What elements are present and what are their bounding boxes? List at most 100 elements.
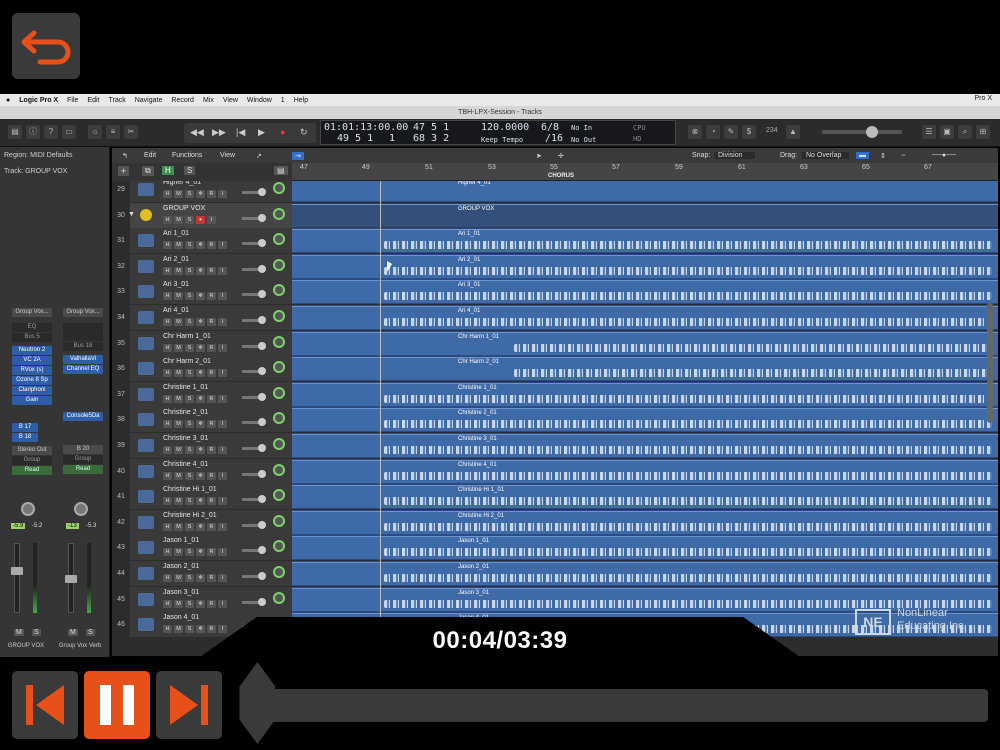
track-btn-i[interactable]: I: [218, 241, 227, 250]
audio-region[interactable]: Jason 2_01: [292, 562, 998, 585]
track-btn-s[interactable]: S: [185, 215, 194, 224]
next-button[interactable]: [156, 671, 222, 739]
inspector-icon[interactable]: ⓘ: [26, 125, 40, 139]
vertical-scrollbar[interactable]: [987, 303, 993, 423]
track-btn-s[interactable]: S: [185, 343, 194, 352]
track-header[interactable]: 34 Ari 4_01 H M S ❄ R I: [112, 305, 292, 330]
track-name[interactable]: Jason 3_01: [163, 589, 199, 596]
track-inspector-header[interactable]: Track: GROUP VOX: [4, 168, 67, 175]
track-header[interactable]: 38 Christine 2_01 H M S ❄ R I: [112, 407, 292, 433]
audio-region[interactable]: Jason 1_01: [292, 536, 998, 560]
track-volume-knob[interactable]: [258, 495, 266, 504]
record-icon[interactable]: ●: [280, 127, 285, 137]
audio-region[interactable]: Chr Harm 1_01: [292, 331, 998, 355]
track-btn-i[interactable]: I: [218, 497, 227, 506]
track-lane[interactable]: Chr Harm 2_01: [292, 356, 998, 382]
global-solo-button[interactable]: S: [184, 166, 196, 175]
strip2-eq-display[interactable]: [63, 323, 103, 341]
lcd-tempo[interactable]: 120.0000: [481, 122, 529, 133]
track-btn-r[interactable]: R: [207, 497, 216, 506]
record-enable-icon[interactable]: ●: [196, 215, 205, 224]
track-btn-r[interactable]: R: [207, 548, 216, 557]
master-volume-slider[interactable]: [822, 130, 902, 134]
track-pan-knob[interactable]: [273, 258, 285, 271]
track-volume-knob[interactable]: [258, 444, 266, 452]
strip2-plugin-2[interactable]: Channel EQ: [63, 365, 103, 374]
track-volume-knob[interactable]: [258, 290, 266, 299]
back-icon[interactable]: ↰: [122, 152, 128, 160]
track-btn-i[interactable]: I: [218, 599, 227, 608]
track-lane[interactable]: Christine Hi 2_01: [292, 509, 998, 535]
lcd-display[interactable]: 01:01:13:00.00 49 5 1 1 47 5 1 68 3 2 12…: [320, 120, 676, 145]
track-btn-r[interactable]: R: [207, 292, 216, 301]
track-btn-s[interactable]: S: [185, 394, 194, 403]
edit-menu[interactable]: Edit: [144, 152, 156, 159]
track-name[interactable]: Jason 2_01: [163, 563, 199, 570]
freeze-icon[interactable]: ❄: [196, 599, 205, 608]
zoom-horizontal-icon[interactable]: ⇔: [900, 152, 907, 159]
track-header[interactable]: 41 Christine Hi 1_01 H M S ❄ R I: [112, 484, 292, 510]
track-btn-m[interactable]: M: [174, 420, 183, 429]
track-btn-m[interactable]: M: [174, 394, 183, 403]
track-lane[interactable]: Higher 4_01: [292, 181, 998, 202]
track-header[interactable]: 30 ▼ GROUP VOX H M S ● I: [112, 202, 292, 228]
track-row[interactable]: 42 Christine Hi 2_01 H M S ❄ R I Christine Hi…: [112, 509, 998, 535]
seek-bar[interactable]: [244, 689, 988, 722]
track-volume-knob[interactable]: [258, 188, 266, 196]
track-btn-s[interactable]: S: [185, 190, 194, 198]
audio-region[interactable]: Christine 4_01: [292, 459, 998, 483]
freeze-icon[interactable]: ❄: [196, 318, 205, 326]
track-row[interactable]: 34 Ari 4_01 H M S ❄ R I Ari 4_01: [112, 305, 998, 330]
track-name[interactable]: Christine 1_01: [163, 384, 208, 391]
track-btn-m[interactable]: M: [174, 190, 183, 198]
track-lane[interactable]: GROUP VOX: [292, 202, 998, 228]
track-btn-h[interactable]: H: [163, 548, 172, 557]
strip2-group[interactable]: Group: [63, 455, 103, 464]
menu-edit[interactable]: Edit: [87, 97, 99, 104]
track-btn-m[interactable]: M: [174, 266, 183, 275]
freeze-icon[interactable]: ❄: [196, 420, 205, 429]
strip1-plugin-2[interactable]: VC 2A: [12, 356, 52, 365]
track-btn-i[interactable]: I: [218, 471, 227, 480]
strip1-plugin-1[interactable]: Neutron 2: [12, 346, 52, 355]
secondary-tool-icon[interactable]: ✛: [558, 152, 564, 160]
x-icon[interactable]: ⊗: [688, 125, 702, 139]
strip2-plugin-3[interactable]: Console5Da: [63, 412, 103, 421]
mixer-icon[interactable]: ≡: [106, 125, 120, 139]
strip1-send-1[interactable]: B 17: [12, 423, 38, 432]
track-btn-h[interactable]: H: [163, 471, 172, 480]
strip1-setting[interactable]: Group Vox...: [12, 308, 52, 317]
menu-track[interactable]: Track: [108, 97, 125, 104]
strip2-bus[interactable]: Bus 18: [63, 342, 103, 351]
track-btn-i[interactable]: I: [218, 318, 227, 326]
track-btn-h[interactable]: H: [163, 241, 172, 250]
lcd-tempo-mode[interactable]: Keep Tempo: [481, 136, 523, 144]
menu-navigate[interactable]: Navigate: [135, 97, 163, 104]
track-name[interactable]: Christine 3_01: [163, 435, 208, 442]
audio-region[interactable]: Christine Hi 2_01: [292, 510, 998, 534]
track-btn-s[interactable]: S: [185, 522, 194, 531]
track-pan-knob[interactable]: [273, 182, 285, 194]
track-btn-i[interactable]: I: [218, 574, 227, 582]
freeze-icon[interactable]: ❄: [196, 369, 205, 378]
track-lane[interactable]: Ari 3_01: [292, 279, 998, 305]
track-name[interactable]: Ari 2_01: [163, 256, 189, 263]
strip1-automation[interactable]: Read: [12, 466, 52, 475]
track-btn-i[interactable]: I: [207, 215, 216, 224]
master-volume-knob[interactable]: [866, 126, 878, 138]
track-btn-h[interactable]: H: [163, 574, 172, 582]
track-volume-knob[interactable]: [258, 597, 266, 606]
track-lane[interactable]: Jason 1_01: [292, 535, 998, 561]
cycle-icon[interactable]: ↻: [300, 127, 308, 138]
freeze-icon[interactable]: ❄: [196, 292, 205, 301]
track-btn-s[interactable]: S: [185, 420, 194, 429]
track-btn-r[interactable]: R: [207, 599, 216, 608]
track-header[interactable]: 31 Ari 1_01 H M S ❄ R I: [112, 228, 292, 254]
track-name[interactable]: Christine Hi 1_01: [163, 486, 217, 493]
track-header[interactable]: 29 Higher 4_01 H M S ❄ R I: [112, 181, 292, 202]
track-pan-knob[interactable]: [273, 438, 285, 450]
strip2-volume-value[interactable]: -13: [66, 523, 79, 529]
track-header[interactable]: 39 Christine 3_01 H M S ❄ R I: [112, 433, 292, 458]
track-volume-knob[interactable]: [258, 572, 266, 580]
functions-menu[interactable]: Functions: [172, 152, 202, 159]
